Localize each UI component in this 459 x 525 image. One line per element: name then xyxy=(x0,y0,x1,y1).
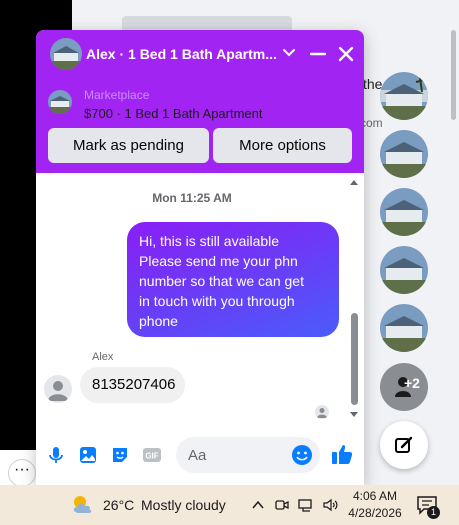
conversation-avatar[interactable] xyxy=(50,38,82,70)
more-options-button[interactable]: More options xyxy=(213,128,352,163)
chat-window: Alex · 1 Bed 1 Bath Apartm... Marketplac… xyxy=(36,30,364,485)
message-line: number so that we can get xyxy=(139,273,304,289)
mark-as-pending-button[interactable]: Mark as pending xyxy=(48,128,209,163)
house-photo-icon xyxy=(380,130,428,178)
message-composer: GIF xyxy=(36,425,364,485)
scroll-down-arrow-icon[interactable] xyxy=(350,412,358,417)
background-text: the xyxy=(363,76,383,92)
sender-name: Alex xyxy=(92,351,114,363)
house-photo-icon xyxy=(380,188,428,236)
house-photo-icon xyxy=(48,90,72,114)
sticker-icon[interactable] xyxy=(110,445,130,465)
incoming-message-bubble[interactable]: 8135207406 xyxy=(80,367,185,403)
house-photo-icon xyxy=(380,304,428,352)
conversation-title[interactable]: Alex · 1 Bed 1 Bath Apartm... xyxy=(86,46,286,62)
taskbar: 26°C Mostly cloudy 4:06 AM 4/28/2026 1 xyxy=(0,485,459,525)
listing-source-label: Marketplace xyxy=(84,88,150,102)
listing-title[interactable]: $700 · 1 Bed 1 Bath Apartment xyxy=(84,106,263,121)
clock-date[interactable]: 4/28/2026 xyxy=(346,506,404,520)
page-scrollbar-thumb[interactable] xyxy=(451,30,456,120)
scroll-up-arrow-icon[interactable] xyxy=(350,180,358,185)
chat-head-avatar[interactable] xyxy=(380,72,428,120)
chat-head-avatar[interactable] xyxy=(380,188,428,236)
chat-head-avatar[interactable] xyxy=(380,246,428,294)
outgoing-message-bubble[interactable]: Hi, this is still available Please send … xyxy=(127,222,339,337)
message-line: Hi, this is still available xyxy=(139,233,280,249)
chat-head-avatar[interactable] xyxy=(380,304,428,352)
microphone-icon[interactable] xyxy=(46,445,66,465)
chat-header[interactable]: Alex · 1 Bed 1 Bath Apartm... xyxy=(36,30,364,78)
more-options-dots-icon[interactable]: ··· xyxy=(8,459,36,487)
house-photo-icon xyxy=(380,72,428,120)
thumbs-up-icon[interactable] xyxy=(330,442,354,466)
chevron-down-icon[interactable] xyxy=(282,46,296,60)
sender-avatar[interactable] xyxy=(44,375,72,403)
new-message-button[interactable] xyxy=(380,421,428,469)
weather-temperature[interactable]: 26°C xyxy=(103,497,134,513)
more-chats-count: +2 xyxy=(404,375,420,391)
weather-description[interactable]: Mostly cloudy xyxy=(141,497,226,513)
house-photo-icon xyxy=(50,38,82,70)
listing-banner[interactable]: Marketplace $700 · 1 Bed 1 Bath Apartmen… xyxy=(36,78,364,173)
message-timestamp: Mon 11:25 AM xyxy=(152,191,232,205)
seen-indicator-avatar xyxy=(315,405,329,419)
notification-count-badge: 1 xyxy=(427,506,440,519)
message-thread[interactable]: Mon 11:25 AM Hi, this is still available… xyxy=(36,173,364,425)
emoji-icon[interactable] xyxy=(291,444,313,466)
message-line: phone xyxy=(139,313,178,329)
compose-icon xyxy=(395,436,413,453)
message-line: in touch with you through xyxy=(139,293,295,309)
chevron-up-icon[interactable] xyxy=(250,497,266,513)
house-photo-icon xyxy=(380,246,428,294)
svg-text:GIF: GIF xyxy=(145,452,158,461)
thread-scrollbar-thumb[interactable] xyxy=(351,313,358,405)
chat-head-avatar[interactable] xyxy=(380,130,428,178)
default-user-icon xyxy=(48,381,68,401)
volume-icon[interactable] xyxy=(322,497,338,513)
clock-time[interactable]: 4:06 AM xyxy=(350,489,400,503)
close-icon[interactable] xyxy=(336,44,356,64)
more-chats-button[interactable]: +2 xyxy=(380,363,428,411)
photo-icon[interactable] xyxy=(78,445,98,465)
default-user-icon xyxy=(317,408,327,418)
listing-thumbnail[interactable] xyxy=(48,90,72,114)
partly-cloudy-weather-icon[interactable] xyxy=(70,492,96,516)
meet-now-icon[interactable] xyxy=(274,497,290,513)
message-line: Please send me your phn xyxy=(139,253,298,269)
minimize-icon[interactable] xyxy=(308,46,328,62)
network-icon[interactable] xyxy=(298,497,314,513)
gif-icon[interactable]: GIF xyxy=(142,445,162,465)
